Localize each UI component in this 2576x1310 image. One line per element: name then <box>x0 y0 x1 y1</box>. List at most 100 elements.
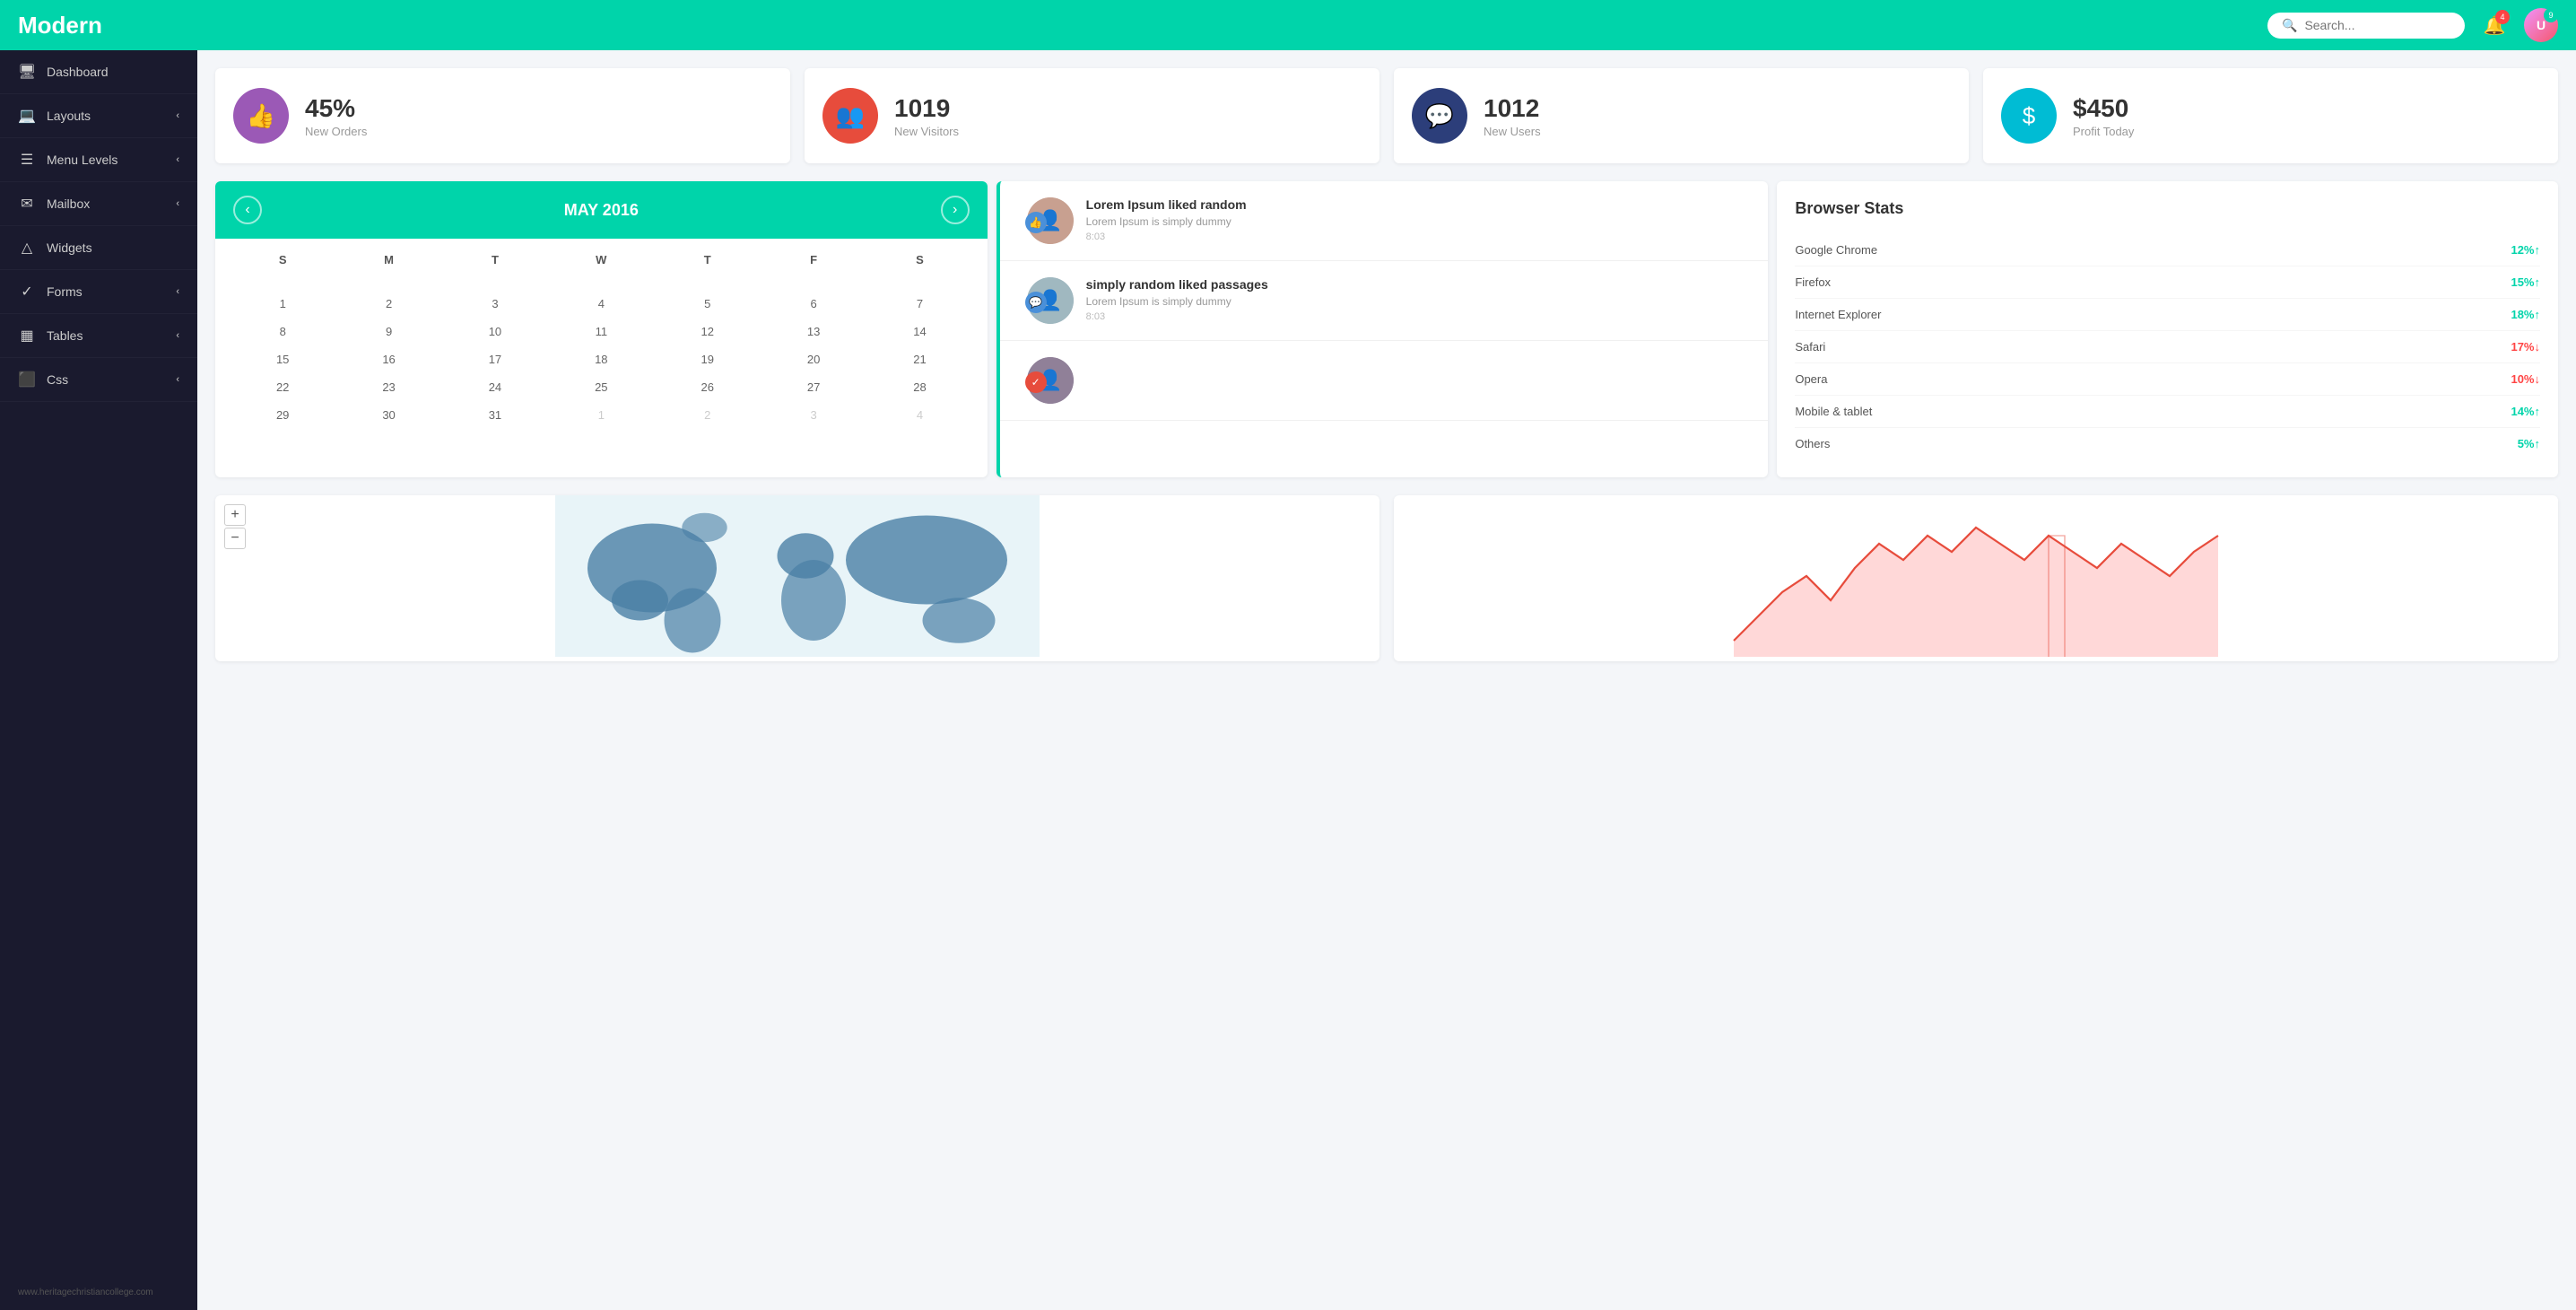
chart-card <box>1394 495 2558 661</box>
sidebar-label-forms: Forms <box>47 284 83 299</box>
calendar-day[interactable]: 1 <box>548 401 654 429</box>
calendar-day[interactable]: 10 <box>442 318 548 345</box>
search-box[interactable]: 🔍 <box>2267 13 2465 39</box>
sidebar-icon-dashboard: 🖥 <box>18 63 36 81</box>
calendar-day[interactable]: 6 <box>761 290 866 318</box>
calendar-day[interactable]: 27 <box>761 373 866 401</box>
browser-name: Safari <box>1795 340 1825 354</box>
notifications-button[interactable]: 🔔 4 <box>2477 8 2511 42</box>
calendar-day[interactable]: 16 <box>335 345 441 373</box>
calendar-day[interactable]: 4 <box>548 290 654 318</box>
stat-value-users: 1012 <box>1484 94 1541 123</box>
sidebar-icon-mailbox: ✉ <box>18 195 36 213</box>
calendar-day[interactable]: 14 <box>866 318 972 345</box>
browser-row: Firefox 15%↑ <box>1795 266 2540 299</box>
calendar-day[interactable]: 4 <box>866 401 972 429</box>
sidebar-label-dashboard: Dashboard <box>47 65 109 79</box>
chart-svg <box>1394 495 2558 657</box>
calendar-day[interactable]: 20 <box>761 345 866 373</box>
calendar-day[interactable]: 30 <box>335 401 441 429</box>
sidebar-label-menu-levels: Menu Levels <box>47 153 117 167</box>
sidebar-icon-forms: ✓ <box>18 283 36 301</box>
calendar-day[interactable]: 22 <box>230 373 335 401</box>
sidebar-item-forms[interactable]: ✓ Forms ‹ <box>0 270 197 314</box>
calendar-day[interactable]: 2 <box>655 401 761 429</box>
calendar-day[interactable]: 26 <box>655 373 761 401</box>
calendar-day[interactable]: 8 <box>230 318 335 345</box>
calendar-prev[interactable]: ‹ <box>233 196 262 224</box>
stat-info-orders: 45% New Orders <box>305 94 367 138</box>
calendar-day[interactable]: 3 <box>442 290 548 318</box>
browser-row: Mobile & tablet 14%↑ <box>1795 396 2540 428</box>
feed-item: 💬 👤 simply random liked passages Lorem I… <box>1000 261 1769 341</box>
calendar-grid: 1234567891011121314151617181920212223242… <box>230 275 973 429</box>
browser-row: Others 5%↑ <box>1795 428 2540 459</box>
calendar-day[interactable]: 24 <box>442 373 548 401</box>
calendar-day[interactable]: 9 <box>335 318 441 345</box>
browser-card: Browser Stats Google Chrome 12%↑ Firefox… <box>1777 181 2558 477</box>
sidebar-item-widgets[interactable]: △ Widgets <box>0 226 197 270</box>
feed-icon-2: ✓ <box>1025 371 1047 393</box>
calendar-month-year: MAY 2016 <box>564 201 639 220</box>
stat-card-users: 💬 1012 New Users <box>1394 68 1969 163</box>
sidebar-item-mailbox[interactable]: ✉ Mailbox ‹ <box>0 182 197 226</box>
calendar-day[interactable]: 2 <box>335 290 441 318</box>
calendar-day-header: M <box>335 249 441 270</box>
user-avatar[interactable]: U 9 <box>2524 8 2558 42</box>
calendar-next[interactable]: › <box>941 196 970 224</box>
calendar-day-header: S <box>866 249 972 270</box>
feed-title-0: Lorem Ipsum liked random <box>1086 197 1754 212</box>
calendar-day[interactable]: 31 <box>442 401 548 429</box>
calendar-day[interactable]: 21 <box>866 345 972 373</box>
calendar-day <box>761 275 866 290</box>
stat-card-visitors: 👥 1019 New Visitors <box>805 68 1379 163</box>
calendar-day[interactable]: 17 <box>442 345 548 373</box>
feed-body-0: Lorem Ipsum is simply dummy <box>1086 215 1754 228</box>
sidebar-item-css[interactable]: ⬛ Css ‹ <box>0 358 197 402</box>
calendar-day[interactable]: 28 <box>866 373 972 401</box>
stat-info-visitors: 1019 New Visitors <box>894 94 959 138</box>
browser-name: Internet Explorer <box>1795 308 1881 321</box>
search-input[interactable] <box>2304 18 2450 32</box>
calendar-day[interactable]: 7 <box>866 290 972 318</box>
calendar-day[interactable]: 11 <box>548 318 654 345</box>
calendar-body: SMTWTFS 12345678910111213141516171819202… <box>215 239 988 443</box>
sidebar-arrow-menu-levels: ‹ <box>176 154 179 165</box>
calendar-day[interactable]: 5 <box>655 290 761 318</box>
calendar-day[interactable]: 1 <box>230 290 335 318</box>
stat-value-orders: 45% <box>305 94 367 123</box>
sidebar-item-layouts[interactable]: 💻 Layouts ‹ <box>0 94 197 138</box>
calendar-day[interactable]: 15 <box>230 345 335 373</box>
calendar-day[interactable]: 29 <box>230 401 335 429</box>
calendar-day[interactable]: 13 <box>761 318 866 345</box>
sidebar-icon-widgets: △ <box>18 239 36 257</box>
map-zoom-in[interactable]: + <box>224 504 246 526</box>
stat-info-profit: $450 Profit Today <box>2073 94 2134 138</box>
calendar-day[interactable]: 19 <box>655 345 761 373</box>
feed-text-0: Lorem Ipsum liked random Lorem Ipsum is … <box>1086 197 1754 244</box>
calendar-day <box>655 275 761 290</box>
sidebar-item-menu-levels[interactable]: ☰ Menu Levels ‹ <box>0 138 197 182</box>
calendar-day <box>442 275 548 290</box>
calendar-day-header: F <box>761 249 866 270</box>
calendar-day[interactable]: 25 <box>548 373 654 401</box>
sidebar-item-dashboard[interactable]: 🖥 Dashboard <box>0 50 197 94</box>
calendar-day[interactable]: 18 <box>548 345 654 373</box>
stat-icon-profit: $ <box>2001 88 2057 144</box>
feed-card: 👍 👤 Lorem Ipsum liked random Lorem Ipsum… <box>996 181 1769 477</box>
browser-stat: 18%↑ <box>2511 308 2540 321</box>
browser-stat: 14%↑ <box>2511 405 2540 418</box>
stat-value-profit: $450 <box>2073 94 2134 123</box>
map-zoom-out[interactable]: − <box>224 528 246 549</box>
browser-row: Opera 10%↓ <box>1795 363 2540 396</box>
stat-card-orders: 👍 45% New Orders <box>215 68 790 163</box>
calendar-day[interactable]: 3 <box>761 401 866 429</box>
sidebar-item-tables[interactable]: ▦ Tables ‹ <box>0 314 197 358</box>
map-card: + − <box>215 495 1379 661</box>
calendar-day[interactable]: 12 <box>655 318 761 345</box>
calendar-day[interactable]: 23 <box>335 373 441 401</box>
feed-body-1: Lorem Ipsum is simply dummy <box>1086 295 1754 308</box>
header: Modern 🔍 🔔 4 U 9 <box>0 0 2576 50</box>
stat-icon-users: 💬 <box>1412 88 1467 144</box>
mid-row: ‹ MAY 2016 › SMTWTFS 1234567891011121314… <box>215 181 2558 477</box>
